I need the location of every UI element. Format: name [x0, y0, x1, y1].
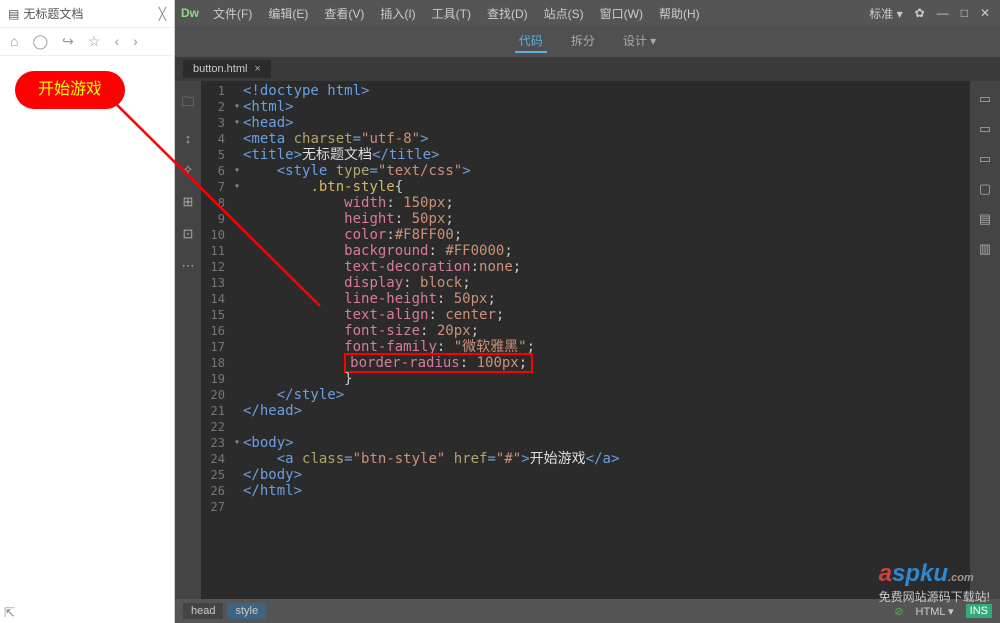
next-icon[interactable]: ›	[133, 33, 138, 50]
code-line[interactable]: 17 font-family: "微软雅黑";	[205, 339, 966, 355]
code-line[interactable]: 24 <a class="btn-style" href="#">开始游戏</a…	[205, 451, 966, 467]
file-tab[interactable]: button.html ×	[183, 60, 271, 78]
settings-icon[interactable]: ✿	[915, 6, 925, 20]
tool-gutter-left: 🗀 ↕ ✧ ⊞ ⊡ ⋯	[175, 81, 201, 599]
code-line[interactable]: 21</head>	[205, 403, 966, 419]
menu-bar: Dw 文件(F)编辑(E)查看(V)插入(I)工具(T)查找(D)站点(S)窗口…	[175, 0, 1000, 26]
code-line[interactable]: 18 border-radius: 100px;	[205, 355, 966, 371]
maximize-icon[interactable]: □	[961, 6, 968, 20]
close-icon[interactable]: ╳	[159, 7, 166, 21]
code-line[interactable]: 19 }	[205, 371, 966, 387]
code-line[interactable]: 11 background: #FF0000;	[205, 243, 966, 259]
chat-icon[interactable]: ⊞	[183, 194, 194, 210]
star-icon[interactable]: ☆	[88, 33, 101, 50]
wand-icon[interactable]: ✧	[183, 162, 194, 178]
code-editor[interactable]: 1<!doctype html>2▾<html>3▾<head>4<meta c…	[201, 81, 970, 599]
status-bar: head style ⊘ HTML ▾ INS	[175, 599, 1000, 623]
menu-item-2[interactable]: 查看(V)	[316, 7, 372, 21]
code-line[interactable]: 6▾ <style type="text/css">	[205, 163, 966, 179]
document-icon: ▤	[8, 7, 19, 21]
panel-icon-5[interactable]: ▤	[979, 211, 991, 227]
file-tab-label: button.html	[193, 63, 247, 75]
code-line[interactable]: 13 display: block;	[205, 275, 966, 291]
menu-item-3[interactable]: 插入(I)	[372, 7, 423, 21]
code-line[interactable]: 3▾<head>	[205, 115, 966, 131]
code-line[interactable]: 2▾<html>	[205, 99, 966, 115]
tool-gutter-right: ▭ ▭ ▭ ▢ ▤ ▥	[970, 81, 1000, 599]
forward-icon[interactable]: ↪	[62, 33, 74, 50]
status-ins[interactable]: INS	[966, 604, 992, 618]
panel-icon-4[interactable]: ▢	[979, 181, 991, 197]
ide-panel: Dw 文件(F)编辑(E)查看(V)插入(I)工具(T)查找(D)站点(S)窗口…	[175, 0, 1000, 623]
menu-item-6[interactable]: 站点(S)	[536, 7, 592, 21]
tab-split[interactable]: 拆分	[567, 30, 599, 53]
menu-item-0[interactable]: 文件(F)	[205, 7, 260, 21]
monitor-icon[interactable]: ⊡	[183, 226, 194, 242]
code-line[interactable]: 16 font-size: 20px;	[205, 323, 966, 339]
reload-icon[interactable]: ◯	[32, 33, 48, 50]
crumb-style[interactable]: style	[227, 603, 266, 619]
file-mgr-icon[interactable]: 🗀	[181, 93, 194, 115]
close-window-icon[interactable]: ✕	[980, 6, 990, 20]
layout-label[interactable]: 标准 ▾	[869, 5, 902, 22]
error-icon[interactable]: ⊘	[894, 605, 903, 618]
close-file-icon[interactable]: ×	[254, 63, 260, 75]
menu-item-1[interactable]: 编辑(E)	[260, 7, 316, 21]
start-game-button[interactable]: 开始游戏	[15, 71, 125, 109]
code-line[interactable]: 23▾<body>	[205, 435, 966, 451]
code-line[interactable]: 12 text-decoration:none;	[205, 259, 966, 275]
dreamweaver-logo: Dw	[175, 6, 205, 20]
code-line[interactable]: 1<!doctype html>	[205, 83, 966, 99]
code-line[interactable]: 22	[205, 419, 966, 435]
code-line[interactable]: 27	[205, 499, 966, 515]
code-line[interactable]: 4<meta charset="utf-8">	[205, 131, 966, 147]
view-mode-tabs: 代码 拆分 设计 ▾	[175, 26, 1000, 57]
code-line[interactable]: 9 height: 50px;	[205, 211, 966, 227]
browser-toolbar: ⌂ ◯ ↪ ☆ ‹ ›	[0, 28, 174, 56]
code-line[interactable]: 26</html>	[205, 483, 966, 499]
back-icon[interactable]: ‹	[114, 33, 119, 50]
crumb-head[interactable]: head	[183, 603, 223, 619]
code-line[interactable]: 10 color:#F8FF00;	[205, 227, 966, 243]
minimize-icon[interactable]: —	[937, 6, 949, 20]
menu-item-5[interactable]: 查找(D)	[479, 7, 536, 21]
panel-icon-2[interactable]: ▭	[979, 121, 991, 137]
code-line[interactable]: 15 text-align: center;	[205, 307, 966, 323]
code-line[interactable]: 5<title>无标题文档</title>	[205, 147, 966, 163]
menu-item-8[interactable]: 帮助(H)	[651, 7, 708, 21]
status-html[interactable]: HTML ▾	[916, 605, 954, 618]
preview-tab-title: 无标题文档	[23, 5, 83, 22]
code-line[interactable]: 8 width: 150px;	[205, 195, 966, 211]
code-line[interactable]: 14 line-height: 50px;	[205, 291, 966, 307]
panel-icon-6[interactable]: ▥	[979, 241, 991, 257]
file-tab-bar: button.html ×	[175, 57, 1000, 81]
panel-icon-3[interactable]: ▭	[979, 151, 991, 167]
preview-tab[interactable]: ▤ 无标题文档 ╳	[0, 0, 174, 28]
preview-panel: ▤ 无标题文档 ╳ ⌂ ◯ ↪ ☆ ‹ › 开始游戏 ⇱	[0, 0, 175, 623]
home-icon[interactable]: ⌂	[10, 33, 18, 50]
code-line[interactable]: 7▾ .btn-style{	[205, 179, 966, 195]
tab-code[interactable]: 代码	[515, 30, 547, 53]
tab-design[interactable]: 设计 ▾	[619, 30, 660, 53]
more-icon[interactable]: ⋯	[182, 258, 195, 274]
menu-item-4[interactable]: 工具(T)	[424, 7, 479, 21]
code-line[interactable]: 20 </style>	[205, 387, 966, 403]
panel-icon-1[interactable]: ▭	[979, 91, 991, 107]
menu-item-7[interactable]: 窗口(W)	[592, 7, 651, 21]
expand-icon[interactable]: ⇱	[4, 605, 15, 621]
asset-icon[interactable]: ↕	[185, 131, 192, 146]
code-line[interactable]: 25</body>	[205, 467, 966, 483]
